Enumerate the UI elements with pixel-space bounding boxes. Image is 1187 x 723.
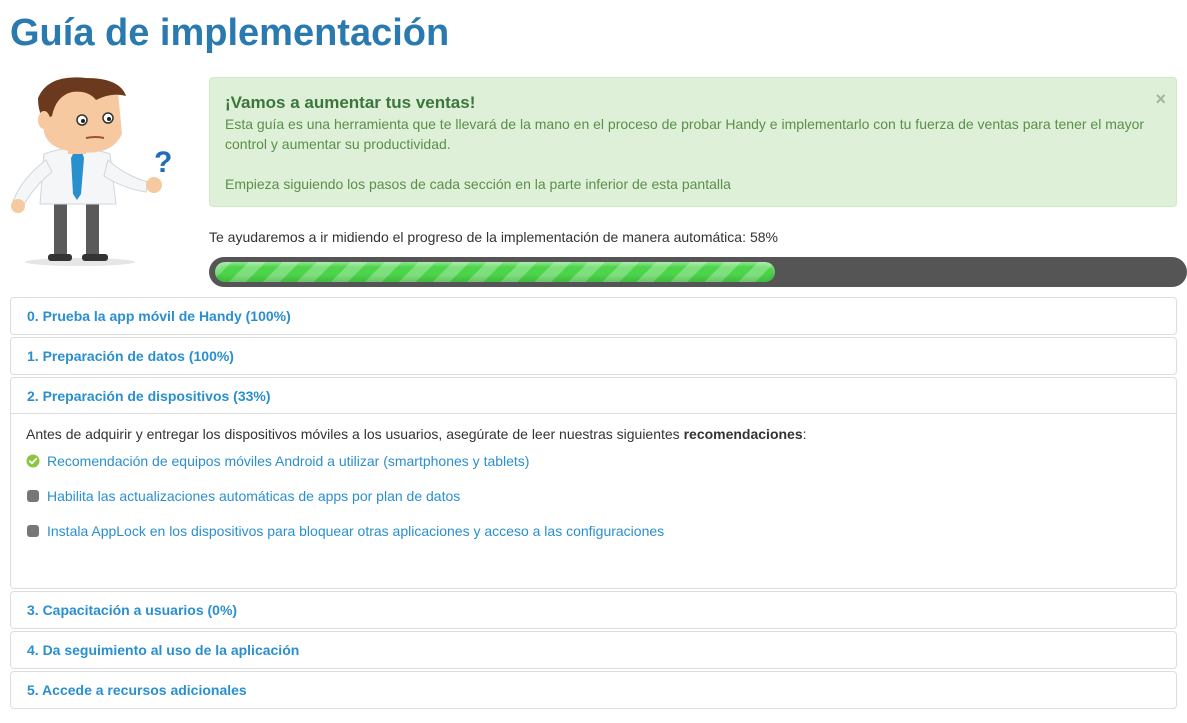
- section-heading-0[interactable]: 0. Prueba la app móvil de Handy (100%): [11, 298, 1176, 334]
- section-heading-2[interactable]: 2. Preparación de dispositivos (33%): [11, 378, 1176, 414]
- section-body-2: Antes de adquirir y entregar los disposi…: [11, 414, 1176, 540]
- section-heading-4[interactable]: 4. Da seguimiento al uso de la aplicació…: [11, 632, 1176, 668]
- progress-caption: Te ayudaremos a ir midiendo el progreso …: [209, 229, 778, 245]
- section-panel-0: 0. Prueba la app móvil de Handy (100%): [10, 297, 1177, 335]
- recommendation-link-2[interactable]: Instala AppLock en los dispositivos para…: [47, 523, 664, 539]
- section-panel-3: 3. Capacitación a usuarios (0%): [10, 591, 1177, 629]
- square-icon: [27, 490, 39, 502]
- recommendation-item: Recomendación de equipos móviles Android…: [26, 452, 1161, 470]
- progress-bar: [209, 257, 1187, 287]
- recommendation-link-1[interactable]: Habilita las actualizaciones automáticas…: [47, 488, 460, 504]
- progress-percent: 58%: [749, 229, 778, 245]
- section-panel-2: 2. Preparación de dispositivos (33%) Ant…: [10, 377, 1177, 589]
- square-icon: [27, 525, 39, 537]
- recommendation-item: Habilita las actualizaciones automáticas…: [26, 487, 1161, 505]
- check-circle-icon: [26, 454, 40, 468]
- progress-bar-fill: [215, 262, 776, 282]
- recommendation-link-0[interactable]: Recomendación de equipos móviles Android…: [47, 453, 529, 469]
- alert-instructions: Empieza siguiendo los pasos de cada secc…: [225, 176, 731, 192]
- section-heading-3[interactable]: 3. Capacitación a usuarios (0%): [11, 592, 1176, 628]
- intro-end-text: :: [802, 426, 807, 442]
- svg-text:?: ?: [154, 146, 172, 179]
- section-panel-1: 1. Preparación de datos (100%): [10, 337, 1177, 375]
- section-panel-4: 4. Da seguimiento al uso de la aplicació…: [10, 631, 1177, 669]
- intro-text: Antes de adquirir y entregar los disposi…: [26, 426, 684, 442]
- section-heading-5[interactable]: 5. Accede a recursos adicionales: [11, 672, 1176, 708]
- section-heading-1[interactable]: 1. Preparación de datos (100%): [11, 338, 1176, 374]
- alert-text: Esta guía es una herramienta que te llev…: [225, 116, 1145, 152]
- recommendations-intro: Antes de adquirir y entregar los disposi…: [26, 425, 1161, 443]
- welcome-alert: × ¡Vamos a aumentar tus ventas! Esta guí…: [209, 77, 1177, 207]
- intro-bold-text: recomendaciones: [683, 426, 803, 442]
- close-icon[interactable]: ×: [1155, 90, 1166, 108]
- progress-label: Te ayudaremos a ir midiendo el progreso …: [209, 229, 746, 245]
- mascot-illustration: ?: [11, 77, 172, 266]
- section-panel-5: 5. Accede a recursos adicionales: [10, 671, 1177, 709]
- alert-heading: ¡Vamos a aumentar tus ventas!: [225, 93, 476, 112]
- page-title: Guía de implementación: [10, 12, 450, 54]
- recommendation-item: Instala AppLock en los dispositivos para…: [26, 522, 1161, 540]
